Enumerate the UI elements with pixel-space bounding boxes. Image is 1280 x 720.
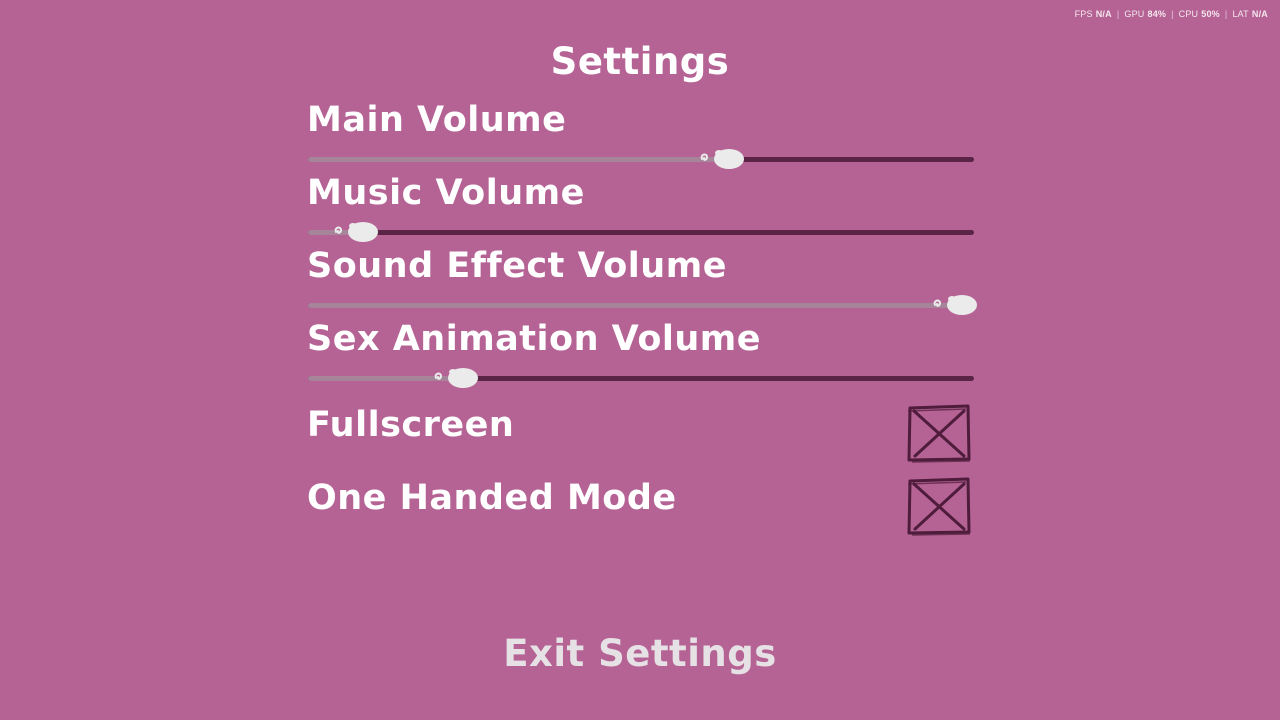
one-handed-mode-label: One Handed Mode [307, 478, 677, 518]
fullscreen-checkbox[interactable] [906, 403, 972, 463]
music-volume-slider[interactable] [308, 222, 974, 242]
main-volume-label: Main Volume [307, 100, 567, 140]
lat-value: N/A [1251, 9, 1268, 19]
separator: | [1171, 9, 1174, 19]
fps-metric: FPS N/A [1075, 9, 1112, 19]
main-volume-slider[interactable] [308, 149, 974, 169]
slider-fill [308, 157, 741, 162]
sound-effect-volume-slider[interactable] [308, 295, 977, 315]
fps-value: N/A [1095, 9, 1112, 19]
gpu-value: 84% [1147, 9, 1167, 19]
performance-overlay: FPS N/A | GPU 84% | CPU 50% | LAT N/A [1075, 9, 1268, 19]
mouse-knob-icon[interactable] [699, 146, 747, 172]
music-volume-label: Music Volume [307, 173, 585, 213]
page-title: Settings [550, 40, 730, 83]
mouse-knob-icon[interactable] [433, 365, 481, 391]
gpu-label: GPU [1124, 9, 1145, 19]
one-handed-mode-checkbox[interactable] [906, 476, 972, 536]
separator: | [1116, 9, 1120, 19]
slider-fill [308, 303, 974, 308]
cpu-value: 50% [1201, 9, 1220, 19]
cpu-label: CPU [1178, 9, 1199, 19]
cpu-metric: CPU 50% [1179, 9, 1220, 19]
mouse-knob-icon[interactable] [932, 292, 980, 318]
sex-animation-volume-label: Sex Animation Volume [307, 319, 762, 359]
mouse-knob-icon[interactable] [333, 219, 381, 245]
slider-track[interactable] [308, 230, 974, 235]
sound-effect-volume-label: Sound Effect Volume [307, 246, 727, 286]
gpu-metric: GPU 84% [1124, 9, 1166, 19]
lat-metric: LAT N/A [1232, 9, 1268, 19]
lat-label: LAT [1232, 9, 1249, 19]
exit-settings-button[interactable]: Exit Settings [0, 632, 1280, 675]
fps-label: FPS [1074, 9, 1093, 19]
fullscreen-label: Fullscreen [307, 405, 515, 445]
sex-animation-volume-slider[interactable] [308, 368, 974, 388]
separator: | [1224, 9, 1228, 19]
